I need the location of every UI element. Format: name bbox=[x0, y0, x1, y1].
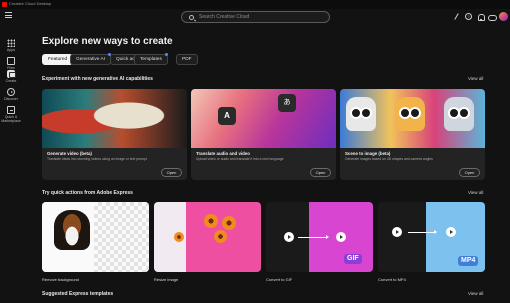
card-resize-image[interactable] bbox=[154, 202, 261, 272]
create-icon bbox=[7, 70, 16, 78]
menu-icon[interactable] bbox=[5, 12, 12, 18]
letter-a-glyph: A bbox=[218, 107, 236, 125]
section-title-ai: Experiment with new generative AI capabi… bbox=[42, 76, 153, 82]
section-title-quick: Try quick actions from Adobe Express bbox=[42, 190, 133, 196]
card-translate[interactable]: A あ Translate audio and video Upload vid… bbox=[191, 89, 336, 180]
nav-label: Apps bbox=[6, 48, 16, 52]
card-description: Generate images based on 3D shapes and c… bbox=[345, 157, 433, 161]
card-body: Translate audio and video Upload video o… bbox=[191, 148, 336, 180]
left-nav: Apps Files Create Discover Quick & Marke… bbox=[0, 26, 22, 303]
convert-mp4-image: MP4 bbox=[378, 202, 485, 272]
card-description: Translate ideas into stunning videos usi… bbox=[47, 157, 147, 161]
card-title: Scene to image (beta) bbox=[345, 151, 391, 156]
quick-action-label: Convert to MP4 bbox=[378, 277, 406, 282]
arrow-right-icon bbox=[408, 230, 437, 234]
tab-generative-ai[interactable]: Generative AI bbox=[70, 53, 112, 65]
cloud-icon[interactable] bbox=[488, 13, 497, 21]
view-all-link-templates[interactable]: View all bbox=[468, 291, 483, 297]
translate-image: A あ bbox=[191, 89, 336, 148]
parrot-image bbox=[42, 89, 187, 148]
card-convert-mp4[interactable]: MP4 bbox=[378, 202, 485, 272]
card-body: Scene to image (beta) Generate images ba… bbox=[340, 148, 485, 180]
play-icon bbox=[336, 232, 346, 242]
japanese-glyph: あ bbox=[278, 94, 296, 112]
flower-figure bbox=[214, 230, 227, 243]
quick-action-label: Remove background bbox=[42, 277, 79, 282]
search-icon bbox=[189, 14, 194, 20]
quick-action-label: Resize image bbox=[154, 277, 179, 282]
play-icon bbox=[284, 232, 294, 242]
open-button[interactable]: Open bbox=[310, 168, 331, 177]
notifications-icon[interactable] bbox=[477, 13, 485, 21]
new-indicator-dot bbox=[164, 53, 168, 56]
search-placeholder: Search Creative Cloud bbox=[199, 14, 250, 20]
card-body: Generate video (beta) Translate ideas in… bbox=[42, 148, 187, 180]
nav-item-create[interactable]: Create bbox=[0, 70, 22, 88]
gif-badge: GIF bbox=[344, 254, 362, 264]
nav-label: Create bbox=[5, 79, 17, 83]
card-title: Translate audio and video bbox=[196, 151, 250, 156]
search-input[interactable]: Search Creative Cloud bbox=[181, 11, 330, 23]
pen-icon[interactable] bbox=[453, 13, 460, 20]
view-all-link-ai[interactable]: View all bbox=[468, 76, 483, 82]
tab-pdf[interactable]: PDF bbox=[176, 54, 198, 65]
flower-figure bbox=[222, 216, 236, 230]
robot-figure bbox=[346, 97, 376, 131]
discover-icon bbox=[7, 88, 15, 96]
creative-cloud-logo-icon bbox=[2, 2, 7, 7]
help-icon[interactable]: ? bbox=[465, 13, 472, 20]
card-title: Generate video (beta) bbox=[47, 151, 92, 156]
files-icon bbox=[7, 57, 15, 65]
dog-figure bbox=[54, 210, 90, 250]
nav-item-apps[interactable]: Apps bbox=[0, 39, 22, 57]
section-title-templates: Suggested Express templates bbox=[42, 291, 114, 297]
card-scene-to-image[interactable]: Scene to image (beta) Generate images ba… bbox=[340, 89, 485, 180]
robots-image bbox=[340, 89, 485, 148]
card-generate-video[interactable]: Generate video (beta) Translate ideas in… bbox=[42, 89, 187, 180]
card-convert-gif[interactable]: GIF bbox=[266, 202, 373, 272]
nav-item-quick-actions[interactable]: Quick & Marketplace bbox=[0, 106, 22, 130]
flower-figure bbox=[174, 232, 184, 242]
title-bar: Creative Cloud Desktop bbox=[0, 0, 510, 9]
top-bar: Search Creative Cloud ? bbox=[0, 9, 510, 26]
open-button[interactable]: Open bbox=[459, 168, 480, 177]
tab-label: PDF bbox=[182, 57, 192, 62]
tab-label: Featured bbox=[48, 57, 68, 62]
card-description: Upload video or audio and translate it i… bbox=[196, 157, 284, 161]
transparency-checker bbox=[94, 202, 149, 272]
nav-label: Quick & Marketplace bbox=[1, 115, 21, 123]
tab-templates[interactable]: Templates bbox=[134, 53, 168, 65]
convert-gif-image: GIF bbox=[266, 202, 373, 272]
nav-label: Discover bbox=[4, 97, 18, 101]
view-all-link-quick[interactable]: View all bbox=[468, 190, 483, 196]
flower-figure bbox=[204, 214, 218, 228]
card-remove-background[interactable] bbox=[42, 202, 149, 272]
page-title: Explore new ways to create bbox=[42, 36, 173, 47]
window-title: Creative Cloud Desktop bbox=[9, 1, 52, 6]
remove-background-image bbox=[42, 202, 149, 272]
tab-label: Templates bbox=[140, 57, 162, 62]
mp4-badge: MP4 bbox=[458, 256, 479, 266]
robot-figure bbox=[395, 97, 425, 131]
avatar[interactable] bbox=[499, 12, 508, 21]
tab-featured[interactable]: Featured bbox=[42, 54, 74, 65]
quick-action-label: Convert to GIF bbox=[266, 277, 293, 282]
play-icon bbox=[392, 227, 402, 237]
tab-label: Generative AI bbox=[76, 57, 106, 62]
resize-image-image bbox=[154, 202, 261, 272]
apps-icon bbox=[7, 39, 15, 47]
robot-figure bbox=[444, 97, 474, 131]
open-button[interactable]: Open bbox=[161, 168, 182, 177]
arrow-right-icon bbox=[298, 235, 329, 239]
play-icon bbox=[446, 227, 456, 237]
nav-item-discover[interactable]: Discover bbox=[0, 88, 22, 106]
quick-actions-icon bbox=[7, 106, 15, 114]
